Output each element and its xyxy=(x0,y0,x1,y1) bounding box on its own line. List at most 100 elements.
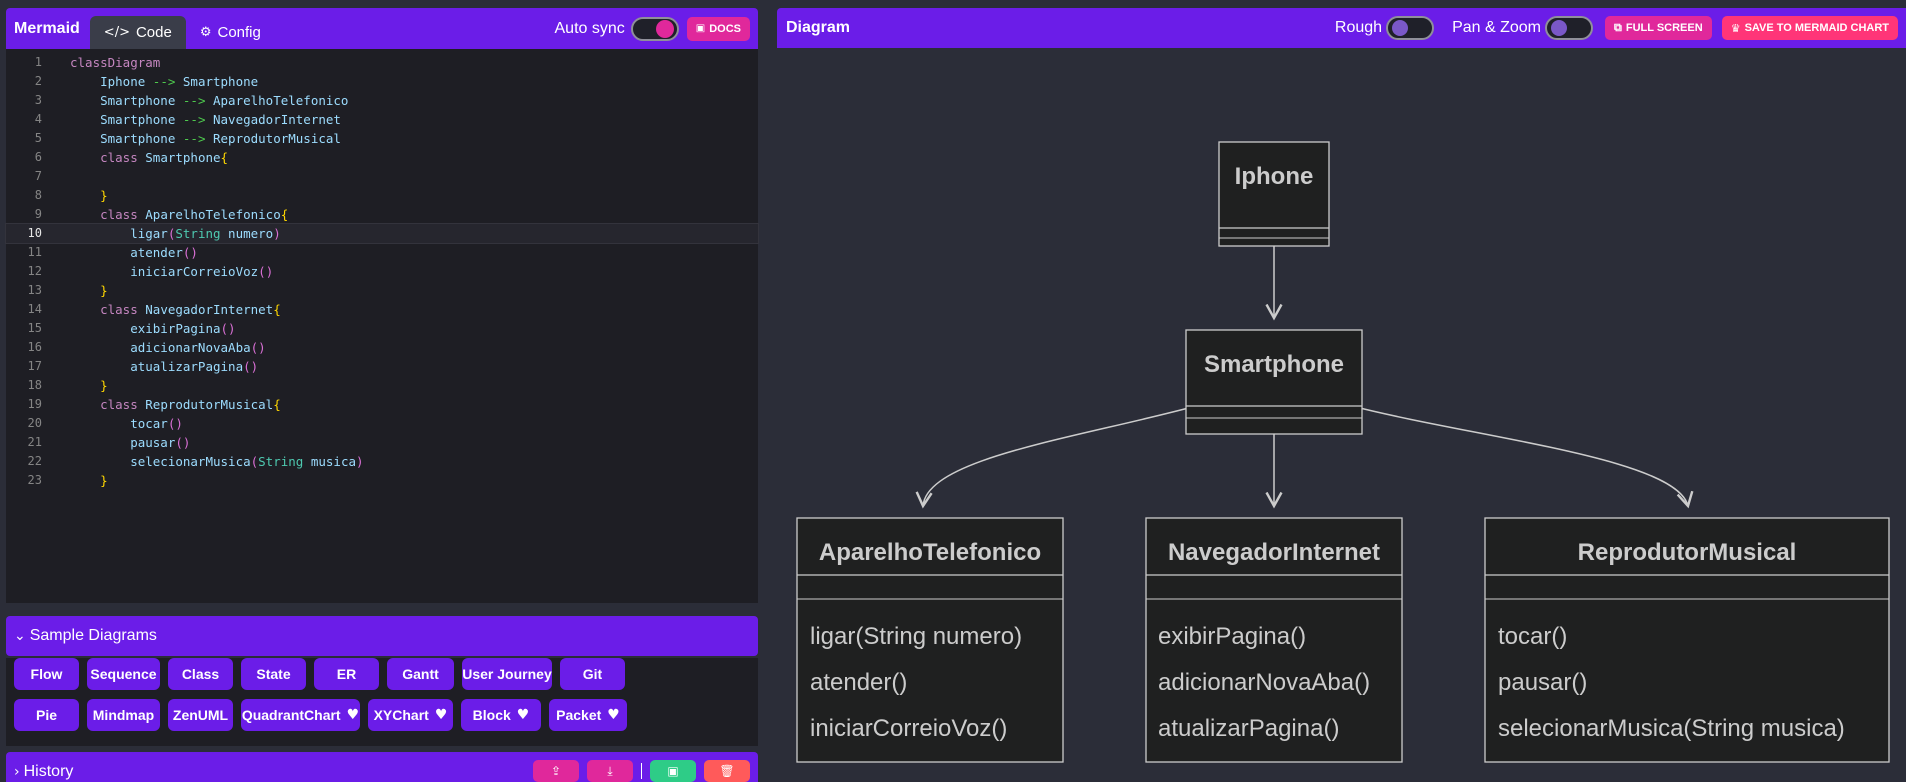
line-number: 20 xyxy=(27,416,42,430)
code-line[interactable]: 10 ligar(String numero) xyxy=(5,223,759,244)
class-name-navegador: NavegadorInternet xyxy=(1168,539,1380,566)
sample-button-er[interactable]: ER xyxy=(314,658,379,690)
save-to-mermaid-chart-button[interactable]: ♛ SAVE TO MERMAID CHART xyxy=(1721,16,1898,40)
book-icon: ▣ xyxy=(695,23,706,34)
upload-button[interactable]: ⇪ xyxy=(533,760,579,782)
sample-button-label: Gantt xyxy=(402,666,439,682)
code-text: exibirPagina() xyxy=(70,321,236,336)
history-actions: ⇪ ⤓ ▣ 🗑 xyxy=(533,760,750,782)
diagram-panel: Diagram Rough Pan & Zoom ⧉ FULL SCREEN ♛… xyxy=(777,8,1906,782)
code-line[interactable]: 22 selecionarMusica(String musica) xyxy=(6,452,758,471)
sample-button-block[interactable]: Block ♥ xyxy=(461,699,541,731)
code-line[interactable]: 11 atender() xyxy=(6,243,758,262)
sample-button-flow[interactable]: Flow xyxy=(14,658,79,690)
class-node-smartphone[interactable]: Smartphone xyxy=(1185,329,1363,435)
save-to-mermaid-chart-label: SAVE TO MERMAID CHART xyxy=(1744,22,1889,34)
code-text: selecionarMusica(String musica) xyxy=(70,454,364,469)
code-line[interactable]: 14 class NavegadorInternet{ xyxy=(6,300,758,319)
diagram-canvas[interactable]: Iphone Smartphone AparelhoTelefonico lig… xyxy=(777,48,1906,782)
class-name-smartphone: Smartphone xyxy=(1204,351,1344,378)
trash-icon: 🗑 xyxy=(719,764,735,778)
sample-button-label: State xyxy=(256,666,291,682)
sample-button-state[interactable]: State xyxy=(241,658,306,690)
download-button[interactable]: ⤓ xyxy=(587,760,633,782)
auto-sync-toggle[interactable] xyxy=(630,16,679,41)
sample-button-xychart[interactable]: XYChart ♥ xyxy=(368,699,453,731)
sample-button-pie[interactable]: Pie xyxy=(14,699,79,731)
code-line[interactable]: 1 classDiagram xyxy=(6,53,758,72)
code-text: Smartphone --> ReprodutorMusical xyxy=(70,131,341,146)
sample-button-git[interactable]: Git xyxy=(560,658,625,690)
rough-toggle[interactable] xyxy=(1386,16,1435,40)
class-name-iphone: Iphone xyxy=(1235,163,1314,190)
sample-button-packet[interactable]: Packet ♥ xyxy=(549,699,627,731)
code-icon: </> xyxy=(103,25,130,40)
code-line[interactable]: 5 Smartphone --> ReprodutorMusical xyxy=(6,129,758,148)
sample-button-label: Pie xyxy=(35,707,57,723)
history-header[interactable]: › History ⇪ ⤓ ▣ 🗑 xyxy=(6,752,758,782)
toggle-knob xyxy=(1551,20,1568,36)
code-line[interactable]: 19 class ReprodutorMusical{ xyxy=(6,395,758,414)
save-button[interactable]: ▣ xyxy=(650,760,696,782)
sample-button-user-journey[interactable]: User Journey xyxy=(462,658,552,690)
code-text: class Smartphone{ xyxy=(100,150,229,165)
code-line[interactable]: 8 } xyxy=(6,186,758,205)
code-line[interactable]: 17 atualizarPagina() xyxy=(6,357,758,376)
line-number: 1 xyxy=(34,55,42,69)
code-line[interactable]: 3 Smartphone --> AparelhoTelefonico xyxy=(6,91,758,110)
sample-button-label: XYChart xyxy=(373,707,429,723)
external-link-icon: ⧉ xyxy=(1614,21,1622,34)
class-name-aparelho: AparelhoTelefonico xyxy=(819,539,1041,566)
delete-button[interactable]: 🗑 xyxy=(704,760,750,782)
docs-button[interactable]: ▣ DOCS xyxy=(686,16,750,41)
line-number: 12 xyxy=(27,264,42,278)
code-text: atualizarPagina() xyxy=(70,359,259,374)
heart-icon: ♥ xyxy=(434,707,448,723)
method-reprodutor-0: tocar() xyxy=(1498,623,1567,650)
edge-smartphone-reprodutor xyxy=(1351,405,1694,509)
class-node-navegador-internet[interactable]: NavegadorInternet exibirPagina() adicion… xyxy=(1145,517,1403,763)
pan-zoom-toggle[interactable] xyxy=(1545,16,1594,40)
sample-diagrams-title: Sample Diagrams xyxy=(29,627,157,644)
full-screen-button[interactable]: ⧉ FULL SCREEN xyxy=(1605,16,1712,40)
save-icon: ▣ xyxy=(667,764,679,778)
code-line[interactable]: 23 } xyxy=(6,471,758,490)
sample-button-quadrantchart[interactable]: QuadrantChart ♥ xyxy=(241,699,360,731)
sample-button-mindmap[interactable]: Mindmap xyxy=(87,699,160,731)
code-line[interactable]: 18 } xyxy=(6,376,758,395)
sample-button-zenuml[interactable]: ZenUML xyxy=(168,699,233,731)
line-number: 14 xyxy=(27,302,42,316)
tab-config-label: Config xyxy=(217,24,261,41)
code-line[interactable]: 15 exibirPagina() xyxy=(6,319,758,338)
class-node-iphone[interactable]: Iphone xyxy=(1218,141,1330,247)
tab-config[interactable]: ⚙ Config xyxy=(186,16,275,49)
code-line[interactable]: 12 iniciarCorreioVoz() xyxy=(6,262,758,281)
code-line[interactable]: 2 Iphone --> Smartphone xyxy=(6,72,758,91)
tab-code[interactable]: </> Code xyxy=(89,16,186,49)
code-text: Smartphone --> AparelhoTelefonico xyxy=(70,93,349,108)
sample-button-sequence[interactable]: Sequence xyxy=(87,658,160,690)
code-line[interactable]: 13 } xyxy=(6,281,758,300)
code-line[interactable]: 4 Smartphone --> NavegadorInternet xyxy=(6,110,758,129)
class-node-reprodutor-musical[interactable]: ReprodutorMusical tocar() pausar() selec… xyxy=(1484,517,1890,763)
class-node-aparelho-telefonico[interactable]: AparelhoTelefonico ligar(String numero) … xyxy=(796,517,1064,763)
sample-button-label: Git xyxy=(582,666,603,682)
code-line[interactable]: 9 class AparelhoTelefonico{ xyxy=(6,205,758,224)
code-line[interactable]: 21 pausar() xyxy=(6,433,758,452)
sample-diagrams-header[interactable]: ⌄ Sample Diagrams xyxy=(6,616,758,656)
code-line[interactable]: 6 class Smartphone{ xyxy=(6,148,758,167)
history-title: History xyxy=(23,763,74,780)
code-line[interactable]: 7 xyxy=(6,167,758,186)
code-editor[interactable]: 1 classDiagram 2 Iphone --> Smartphone 3 Sm… xyxy=(5,49,759,603)
line-number: 15 xyxy=(27,321,42,335)
code-line[interactable]: 16 adicionarNovaAba() xyxy=(6,338,758,357)
sample-button-label: Mindmap xyxy=(92,707,155,723)
code-text: ligar(String numero) xyxy=(70,226,281,241)
sample-button-gantt[interactable]: Gantt xyxy=(387,658,454,690)
code-line[interactable]: 20 tocar() xyxy=(6,414,758,433)
brand-title: Mermaid xyxy=(14,19,80,37)
sample-button-label: Block xyxy=(472,707,511,723)
code-text: iniciarCorreioVoz() xyxy=(70,264,274,279)
sample-button-class[interactable]: Class xyxy=(168,658,233,690)
editor-topbar: Mermaid </> Code ⚙ Config Auto sync ▣ DO… xyxy=(6,8,758,49)
